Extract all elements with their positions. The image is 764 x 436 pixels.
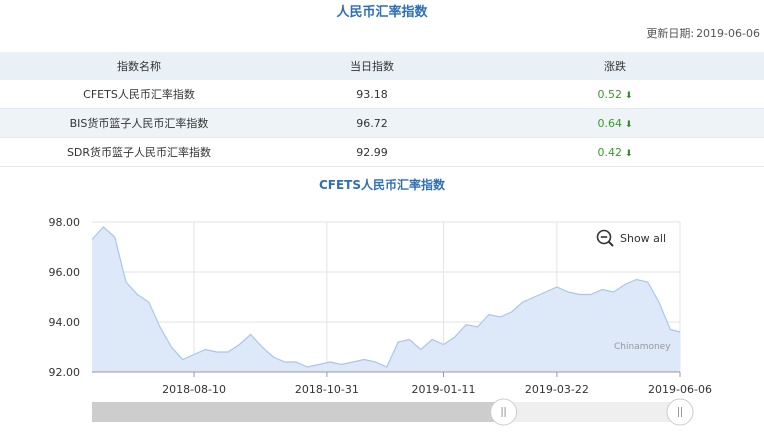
index-change: 0.42 ⬇ xyxy=(466,138,764,167)
x-tick-label: 2019-03-22 xyxy=(525,383,589,396)
index-value: 93.18 xyxy=(356,87,388,101)
navigator-handle-right[interactable] xyxy=(666,398,694,426)
x-tick-label: 2018-10-31 xyxy=(295,383,359,396)
index-value: 96.72 xyxy=(356,116,388,130)
change-value: 0.42 xyxy=(597,145,622,159)
index-table: 指数名称 当日指数 涨跌 CFETS人民币汇率指数 93.18 0.52 ⬇ BI… xyxy=(0,52,764,167)
y-tick-label: 92.00 xyxy=(49,366,81,379)
y-tick-label: 98.00 xyxy=(49,216,81,229)
navigator-handle-left[interactable] xyxy=(490,398,518,426)
chinamoney-watermark: Chinamoney xyxy=(614,342,671,352)
zoom-out-icon xyxy=(596,229,614,247)
show-all-button[interactable]: Show all xyxy=(596,229,666,247)
page-title: 人民币汇率指数 xyxy=(336,5,428,20)
index-name[interactable]: SDR货币篮子人民币汇率指数 xyxy=(0,138,278,167)
chart-title: CFETS人民币汇率指数 xyxy=(318,178,446,192)
arrow-down-icon: ⬇ xyxy=(624,90,633,101)
index-change: 0.52 ⬇ xyxy=(466,80,764,109)
table-row: CFETS人民币汇率指数 93.18 0.52 ⬇ xyxy=(0,80,764,109)
change-value: 0.52 xyxy=(597,87,622,101)
column-header-change: 涨跌 xyxy=(604,60,626,73)
change-value: 0.64 xyxy=(597,116,622,130)
index-name[interactable]: CFETS人民币汇率指数 xyxy=(0,80,278,109)
x-tick-label: 2018-08-10 xyxy=(162,383,226,396)
table-row: SDR货币篮子人民币汇率指数 92.99 0.42 ⬇ xyxy=(0,138,764,167)
update-date: 更新日期: 2019-06-06 xyxy=(646,25,760,41)
update-date-label: 更新日期: xyxy=(646,27,695,40)
navigator-selection[interactable] xyxy=(92,402,504,422)
table-header: 指数名称 当日指数 涨跌 xyxy=(0,52,764,80)
update-date-value: 2019-06-06 xyxy=(696,27,760,40)
y-tick-label: 94.00 xyxy=(49,316,81,329)
table-row: BIS货币篮子人民币汇率指数 96.72 0.64 ⬇ xyxy=(0,108,764,138)
index-value: 92.99 xyxy=(356,145,388,159)
y-tick-label: 96.00 xyxy=(49,266,81,279)
arrow-down-icon: ⬇ xyxy=(624,148,633,159)
show-all-label: Show all xyxy=(620,231,667,245)
index-change: 0.64 ⬇ xyxy=(466,109,764,138)
x-tick-label: 2019-06-06 xyxy=(648,383,712,396)
arrow-down-icon: ⬇ xyxy=(624,119,633,130)
column-header-name: 指数名称 xyxy=(117,60,161,73)
index-name[interactable]: BIS货币篮子人民币汇率指数 xyxy=(0,109,278,138)
x-tick-label: 2019-01-11 xyxy=(412,383,476,396)
column-header-value: 当日指数 xyxy=(350,60,394,73)
series-area xyxy=(92,227,680,372)
